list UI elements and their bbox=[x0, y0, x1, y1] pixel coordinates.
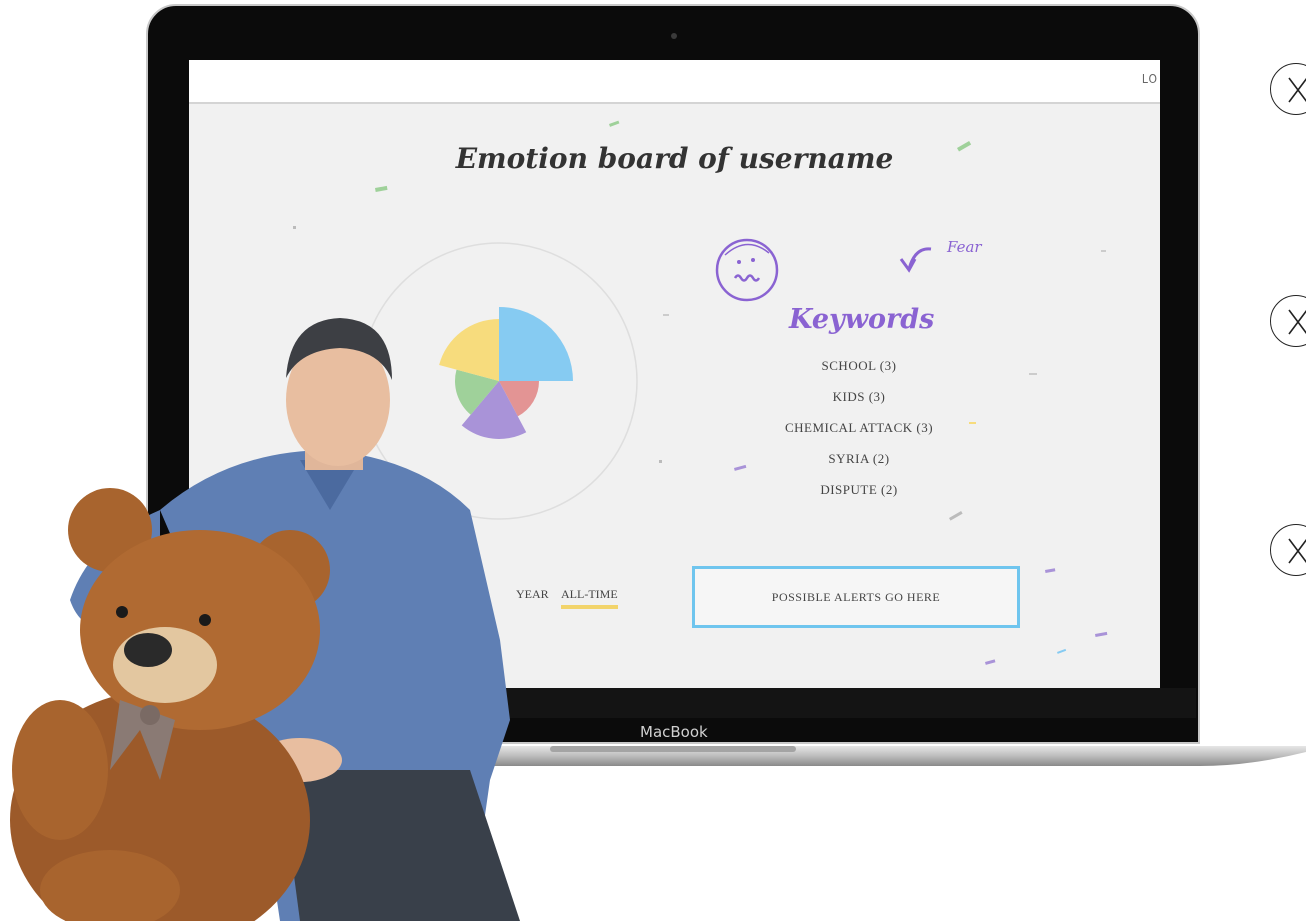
close-circle-icon bbox=[1288, 309, 1306, 335]
keywords-list: SCHOOL (3) KIDS (3) CHEMICAL ATTACK (3) … bbox=[759, 356, 959, 511]
nav-close-button-1[interactable] bbox=[1270, 63, 1306, 115]
alerts-text: POSSIBLE ALERTS GO HERE bbox=[771, 589, 941, 604]
emotion-label: Fear bbox=[947, 238, 982, 256]
keyword-item: SCHOOL (3) bbox=[821, 358, 897, 373]
alerts-panel: POSSIBLE ALERTS GO HERE bbox=[692, 566, 1020, 628]
close-circle-icon bbox=[1288, 77, 1306, 103]
keyword-item: DISPUTE (2) bbox=[820, 482, 898, 497]
keyword-item: CHEMICAL ATTACK (3) bbox=[784, 420, 934, 435]
person-with-teddy-bear-photo bbox=[10, 318, 520, 921]
keywords-title: Keywords bbox=[789, 304, 935, 335]
close-circle-icon bbox=[1288, 538, 1306, 564]
worried-face-icon bbox=[715, 238, 779, 302]
laptop-brand-label: MacBook bbox=[640, 723, 708, 741]
nav-close-button-3[interactable] bbox=[1270, 524, 1306, 576]
camera-icon bbox=[671, 33, 677, 39]
board-title: Emotion board of username bbox=[455, 142, 894, 175]
keyword-item: KIDS (3) bbox=[832, 389, 886, 404]
keyword-item: SYRIA (2) bbox=[828, 451, 890, 466]
nav-close-button-2[interactable] bbox=[1270, 295, 1306, 347]
curved-arrow-icon bbox=[899, 247, 932, 273]
